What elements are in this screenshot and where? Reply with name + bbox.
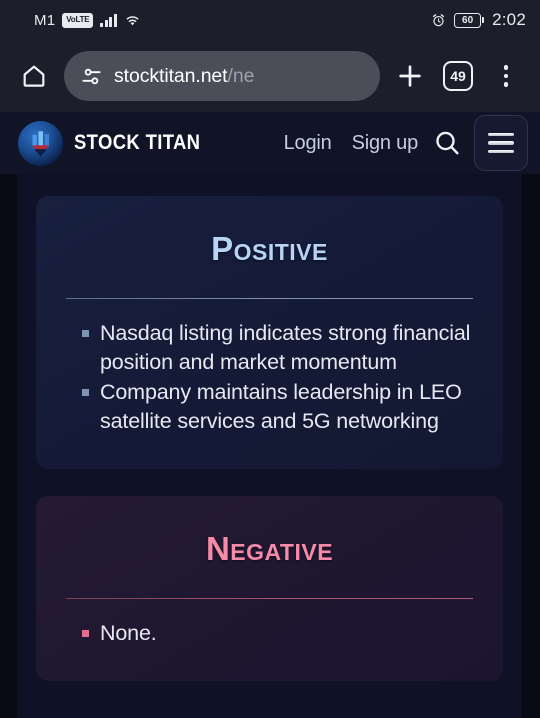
battery-indicator: 60	[454, 12, 485, 28]
negative-bullet-list: None.	[36, 599, 503, 681]
negative-card: Negative None.	[36, 496, 503, 681]
tab-count-badge: 49	[443, 61, 473, 91]
status-bar-right: 60 2:02	[431, 10, 526, 30]
page-body: Positive Nasdaq listing indicates strong…	[0, 174, 540, 718]
signup-link[interactable]: Sign up	[352, 132, 419, 155]
phone-screen: M1 VoLTE 60 2:02 stocktitan.net/ne 49 ST…	[0, 0, 540, 718]
signal-bars-icon	[100, 13, 117, 27]
tune-icon[interactable]	[80, 65, 103, 88]
login-link[interactable]: Login	[284, 132, 332, 155]
url-path: /ne	[227, 64, 255, 87]
site-header: STOCK TITAN Login Sign up	[0, 112, 540, 174]
positive-bullet-list: Nasdaq listing indicates strong financia…	[36, 299, 503, 469]
home-icon[interactable]	[12, 54, 56, 98]
hamburger-menu-icon[interactable]	[474, 115, 528, 171]
brand-logo-link[interactable]: STOCK TITAN	[18, 120, 218, 166]
url-bar[interactable]: stocktitan.net/ne	[64, 51, 380, 101]
plus-icon[interactable]	[388, 54, 432, 98]
content-column: Positive Nasdaq listing indicates strong…	[0, 174, 540, 718]
left-gutter	[0, 174, 17, 718]
wifi-icon	[124, 13, 141, 27]
url-domain: stocktitan.net	[114, 64, 228, 87]
carrier-label: M1	[34, 11, 56, 29]
positive-card-title: Positive	[211, 230, 328, 267]
status-bar: M1 VoLTE 60 2:02	[0, 0, 540, 40]
battery-cap	[482, 17, 485, 23]
list-item: None.	[82, 619, 475, 648]
volte-badge: VoLTE	[62, 12, 94, 28]
clock-label: 2:02	[492, 10, 526, 29]
status-bar-left: M1 VoLTE	[34, 12, 141, 29]
brand-label: STOCK TITAN	[74, 131, 201, 154]
battery-level-label: 60	[454, 12, 482, 28]
list-item: Nasdaq listing indicates strong financia…	[82, 319, 475, 377]
header-nav: Login Sign up	[284, 132, 419, 155]
alarm-clock-icon	[431, 13, 446, 28]
positive-card: Positive Nasdaq listing indicates strong…	[36, 196, 503, 469]
search-icon[interactable]	[428, 124, 466, 162]
negative-card-title: Negative	[205, 530, 334, 567]
list-item: Company maintains leadership in LEO sate…	[82, 378, 475, 436]
url-text[interactable]: stocktitan.net/ne	[114, 65, 254, 88]
browser-toolbar: stocktitan.net/ne 49	[0, 40, 540, 112]
kebab-dots	[503, 65, 509, 87]
right-gutter	[522, 174, 540, 718]
stock-titan-logo-icon	[18, 120, 63, 166]
kebab-menu-icon[interactable]	[484, 54, 528, 98]
tab-switcher-button[interactable]: 49	[436, 54, 480, 98]
